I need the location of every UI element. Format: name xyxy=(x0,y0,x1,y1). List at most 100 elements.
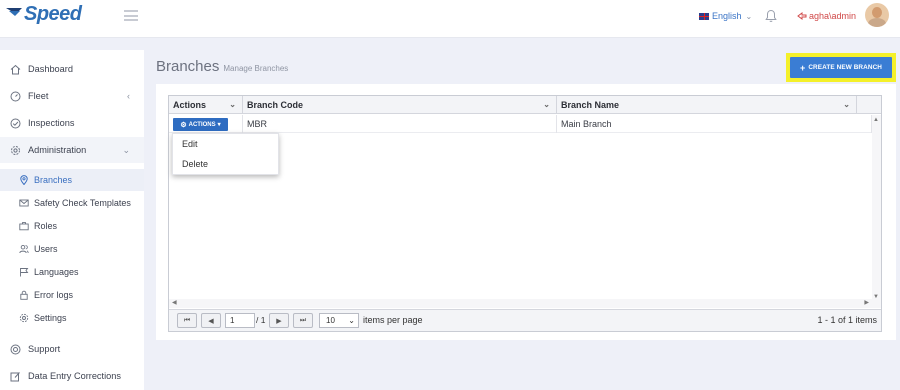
sidebar-subitem-label: Users xyxy=(34,244,58,254)
total-pages: 1 xyxy=(260,315,266,325)
sidebar-subitem-branches[interactable]: Branches xyxy=(0,169,144,191)
page-size-value: 10 xyxy=(326,316,335,325)
sidebar-subitem-label: Safety Check Templates xyxy=(34,198,131,208)
column-header-branch-code[interactable]: Branch Code ⌄ xyxy=(243,96,557,114)
sidebar-subitem-label: Settings xyxy=(34,313,67,323)
horizontal-scrollbar[interactable]: ◀ ▶ xyxy=(169,299,881,308)
menu-item-delete[interactable]: Delete xyxy=(173,154,278,174)
column-header-actions[interactable]: Actions ⌄ xyxy=(169,96,243,114)
page-total: / 1 xyxy=(256,315,266,325)
lifebuoy-icon xyxy=(10,344,21,355)
page-header: Branches Manage Branches xyxy=(156,58,288,75)
check-circle-icon xyxy=(10,118,21,129)
scroll-right-icon[interactable]: ▶ xyxy=(864,299,869,306)
page-subtitle: Manage Branches xyxy=(223,64,289,73)
edit-icon xyxy=(10,371,21,382)
gear-icon xyxy=(19,313,29,323)
sidebar-item-administration[interactable]: Administration ⌄ xyxy=(0,137,144,163)
users-icon xyxy=(19,244,29,254)
pager: ⏮ ◀ 1 / 1 ▶ ⏭ 10 ⌄ items per page 1 - 1 … xyxy=(169,309,881,331)
avatar[interactable] xyxy=(865,3,889,27)
chevron-down-icon[interactable]: ⌄ xyxy=(543,100,550,109)
language-selector[interactable]: English ⌄ xyxy=(699,11,752,21)
chevron-down-icon: ⌄ xyxy=(745,11,753,21)
items-per-page-label: items per page xyxy=(363,315,423,325)
last-page-button[interactable]: ⏭ xyxy=(293,313,313,328)
briefcase-icon xyxy=(19,221,29,231)
menu-item-edit[interactable]: Edit xyxy=(173,134,278,154)
user-menu[interactable]: agha\admin xyxy=(797,11,856,21)
next-page-button[interactable]: ▶ xyxy=(269,313,289,328)
sidebar-item-dashboard[interactable]: Dashboard xyxy=(0,56,144,82)
sidebar-subitem-label: Branches xyxy=(34,175,73,185)
gear-icon xyxy=(10,145,21,156)
logo-text: Speed xyxy=(24,3,82,25)
chevron-down-icon: ⌄ xyxy=(122,145,130,155)
sidebar-item-inspections[interactable]: Inspections xyxy=(0,110,144,136)
page-number-input[interactable]: 1 xyxy=(225,313,255,328)
home-icon xyxy=(10,64,21,75)
sidebar-item-label: Administration xyxy=(28,145,87,155)
row-actions-menu: Edit Delete xyxy=(172,133,279,175)
map-pin-icon xyxy=(19,175,29,186)
sidebar-subitem-languages[interactable]: Languages xyxy=(0,261,144,283)
uk-flag-icon xyxy=(699,12,709,20)
gear-icon: ⚙ xyxy=(180,121,187,129)
sidebar-item-label: Inspections xyxy=(28,118,75,128)
envelope-icon xyxy=(19,198,29,208)
prev-page-button[interactable]: ◀ xyxy=(201,313,221,328)
lock-icon xyxy=(19,290,29,300)
plus-icon: + xyxy=(799,62,806,73)
sidebar-subitem-label: Languages xyxy=(34,267,79,277)
column-header-branch-name[interactable]: Branch Name ⌄ xyxy=(557,96,857,114)
top-bar: Speed English ⌄ agha\admin xyxy=(0,0,900,38)
actions-cell: ⚙ ACTIONS ▾ xyxy=(169,115,243,133)
branches-grid: Actions ⌄ Branch Code ⌄ Branch Name ⌄ ⚙ … xyxy=(168,95,882,332)
row-actions-button[interactable]: ⚙ ACTIONS ▾ xyxy=(173,118,228,131)
sidebar-item-label: Fleet xyxy=(28,91,49,101)
sidebar-item-fleet[interactable]: Fleet ‹ xyxy=(0,83,144,109)
chevron-down-icon[interactable]: ⌄ xyxy=(843,100,850,109)
sign-out-icon xyxy=(797,12,807,20)
table-row[interactable]: ⚙ ACTIONS ▾ MBR Main Branch xyxy=(169,115,872,133)
sidebar-subitem-settings[interactable]: Settings xyxy=(0,307,144,329)
caret-down-icon: ▾ xyxy=(217,122,221,128)
column-header-label: Branch Name xyxy=(561,100,620,110)
app-logo[interactable]: Speed xyxy=(6,3,82,26)
column-header-label: Actions xyxy=(173,100,207,110)
page-title: Branches xyxy=(156,58,220,75)
scroll-up-icon[interactable]: ▲ xyxy=(873,117,879,123)
branch-code-cell: MBR xyxy=(243,115,557,133)
chevron-left-icon: ‹ xyxy=(127,91,130,101)
actions-button-label: ACTIONS xyxy=(188,121,216,128)
chevron-down-icon: ⌄ xyxy=(348,316,355,325)
create-new-branch-button[interactable]: + CREATE NEW BRANCH xyxy=(790,57,892,78)
grid-header: Actions ⌄ Branch Code ⌄ Branch Name ⌄ xyxy=(169,96,881,114)
vertical-scrollbar[interactable]: ▲ ▼ xyxy=(872,115,881,302)
sidebar-item-data-entry-corrections[interactable]: Data Entry Corrections xyxy=(0,363,144,389)
sidebar-subitem-users[interactable]: Users xyxy=(0,238,144,260)
sidebar-item-support[interactable]: Support xyxy=(0,336,144,362)
chevron-down-icon[interactable]: ⌄ xyxy=(229,100,236,109)
sidebar: Dashboard Fleet ‹ Inspections Administra… xyxy=(0,50,144,390)
sidebar-subitem-roles[interactable]: Roles xyxy=(0,215,144,237)
sidebar-item-label: Data Entry Corrections xyxy=(28,371,121,381)
pager-info: 1 - 1 of 1 items xyxy=(817,315,877,325)
create-button-label: CREATE NEW BRANCH xyxy=(808,64,882,71)
branch-name-cell: Main Branch xyxy=(557,115,872,133)
column-header-label: Branch Code xyxy=(247,100,304,110)
flag-icon xyxy=(19,267,29,277)
sidebar-subitem-safety-check-templates[interactable]: Safety Check Templates xyxy=(0,192,144,214)
page-size-select[interactable]: 10 ⌄ xyxy=(319,313,359,328)
sidebar-item-label: Dashboard xyxy=(28,64,73,74)
sidebar-subitem-error-logs[interactable]: Error logs xyxy=(0,284,144,306)
gauge-icon xyxy=(10,91,21,102)
sidebar-subitem-label: Error logs xyxy=(34,290,74,300)
user-name: agha\admin xyxy=(809,11,857,21)
bell-icon[interactable] xyxy=(765,9,777,23)
scroll-left-icon[interactable]: ◀ xyxy=(172,299,177,306)
sidebar-item-label: Support xyxy=(28,344,61,354)
first-page-button[interactable]: ⏮ xyxy=(177,313,197,328)
language-label: English xyxy=(712,11,742,21)
menu-toggle-icon[interactable] xyxy=(124,10,138,21)
